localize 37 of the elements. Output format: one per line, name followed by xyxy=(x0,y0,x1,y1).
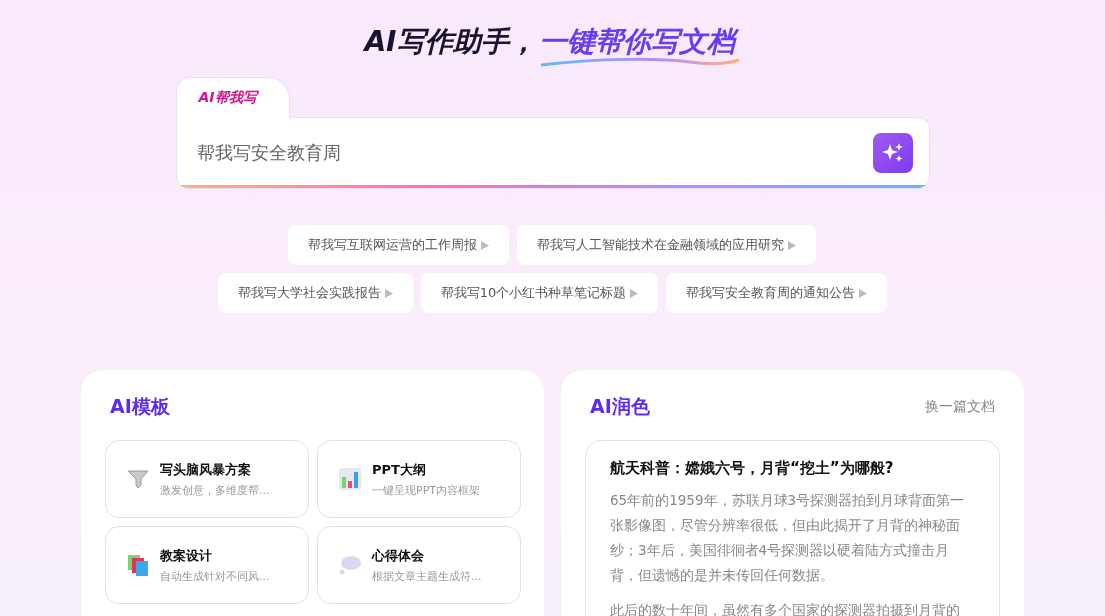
panel-title: AI模板 xyxy=(110,394,170,419)
template-title: 教案设计 xyxy=(160,546,213,565)
suggestion-chip[interactable]: 帮我写人工智能技术在金融领域的应用研究 xyxy=(517,225,817,265)
generate-button[interactable] xyxy=(872,133,913,173)
play-triangle-icon xyxy=(481,240,490,250)
template-description: 自动生成针对不同风... xyxy=(160,568,270,584)
template-card[interactable]: 写头脑风暴方案 激发创意，多维度帮... xyxy=(105,440,309,518)
thought-bubble-icon xyxy=(338,553,362,577)
bar-chart-icon xyxy=(338,467,362,491)
switch-document-link[interactable]: 换一篇文档 xyxy=(925,398,995,416)
template-card[interactable]: 教案设计 自动生成针对不同风... xyxy=(105,526,309,604)
panel-title: AI润色 xyxy=(590,394,650,419)
page-title: AI写作助手， xyxy=(364,24,537,60)
template-title: 写头脑风暴方案 xyxy=(160,460,252,479)
ai-write-tab[interactable]: AI帮我写 xyxy=(175,77,290,118)
prompt-field[interactable]: 帮我写安全教育周 xyxy=(175,117,930,189)
template-description: 一键呈现PPT内容框架 xyxy=(372,482,480,498)
template-title: 心得体会 xyxy=(372,546,425,565)
template-description: 根据文章主题生成符... xyxy=(372,568,482,584)
play-triangle-icon xyxy=(788,240,797,250)
play-triangle-icon xyxy=(859,288,868,298)
template-title: PPT大纲 xyxy=(372,460,427,479)
page-title-highlight: 一键帮你写文档 xyxy=(536,22,741,62)
template-card[interactable]: 心得体会 根据文章主题生成符... xyxy=(317,526,521,604)
play-triangle-icon xyxy=(384,288,393,298)
prompt-input-field[interactable]: 帮我写安全教育周 xyxy=(194,141,873,165)
books-icon xyxy=(126,553,150,577)
suggestion-chip[interactable]: 帮我写互联网运营的工作周报 xyxy=(288,225,510,265)
funnel-icon xyxy=(126,467,150,491)
template-description: 激发创意，多维度帮... xyxy=(160,482,270,498)
suggestion-chip[interactable]: 帮我写安全教育周的通知公告 xyxy=(666,273,888,313)
template-card[interactable]: PPT大纲 一键呈现PPT内容框架 xyxy=(317,440,521,518)
suggestion-chip[interactable]: 帮我写大学社会实践报告 xyxy=(217,273,413,313)
play-triangle-icon xyxy=(630,288,639,298)
article-paragraph: 65年前的1959年，苏联月球3号探测器拍到月球背面第一张影像图，尽管分辨率很低，但由此揭开了月背的神秘面纱；3年后，美国徘徊者4号探测器以硬着陆方式撞击月背，但遗憾的是并未传回任何数据。 xyxy=(610,491,966,585)
article-title: 航天科普：嫦娥六号，月背“挖土”为哪般? xyxy=(610,459,895,478)
suggestion-chip[interactable]: 帮我写10个小红书种草笔记标题 xyxy=(420,273,659,313)
